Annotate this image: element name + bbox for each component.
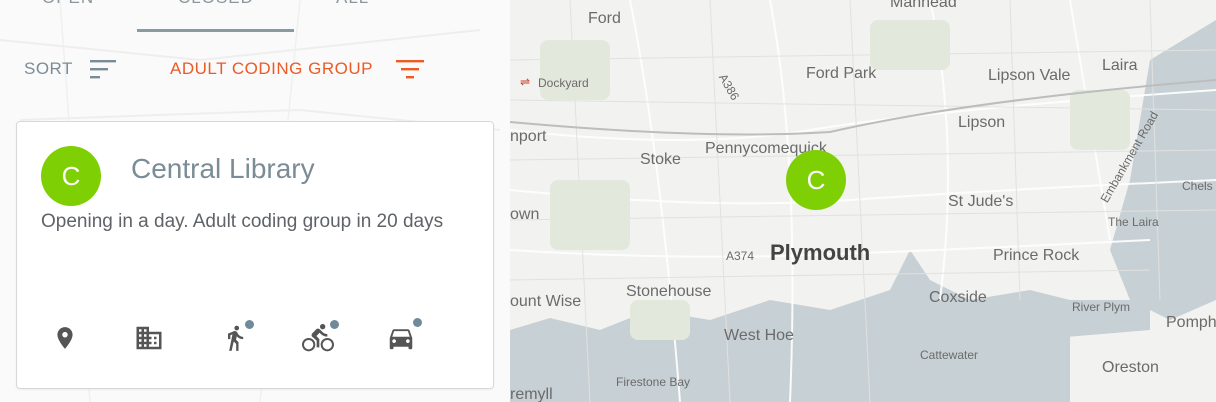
- map-label-coxside: Coxside: [929, 289, 987, 306]
- map-label-cattewater: Cattewater: [920, 348, 979, 362]
- map-label-nport: nport: [510, 128, 547, 145]
- location-pin-icon[interactable]: [45, 318, 85, 358]
- map-label-mount-wise: ount Wise: [510, 293, 582, 310]
- map-label-laira: Laira: [1102, 57, 1138, 74]
- results-panel: Open Closed All SORT ADULT CODING GROUP …: [0, 0, 510, 402]
- map-view[interactable]: Ford Manhead Dockyard ⇌ A386 Ford Park L…: [510, 0, 1216, 402]
- building-icon[interactable]: [129, 318, 169, 358]
- map-label-cremyll: remyll: [510, 386, 553, 402]
- avatar: C: [41, 146, 101, 206]
- tab-open[interactable]: Open: [42, 0, 94, 8]
- map-label-chels: Chels: [1182, 179, 1213, 193]
- map-label-stonehouse: Stonehouse: [626, 283, 712, 300]
- card-description: Opening in a day. Adult coding group in …: [41, 211, 444, 232]
- walking-icon[interactable]: [215, 318, 255, 358]
- map-marker-central-library[interactable]: C: [786, 150, 846, 210]
- tab-closed[interactable]: Closed: [178, 0, 254, 8]
- map-label-lipson-vale: Lipson Vale: [988, 67, 1071, 84]
- map-label-own: own: [510, 206, 540, 223]
- map-label-dockyard: Dockyard: [538, 76, 589, 90]
- bicycle-icon[interactable]: [298, 318, 339, 358]
- rail-station-icon: ⇌: [520, 75, 531, 89]
- map-label-oreston: Oreston: [1102, 359, 1159, 376]
- map-label-prince-rock: Prince Rock: [993, 247, 1080, 264]
- active-tab-indicator: [137, 29, 294, 32]
- map-label-river-plym: River Plym: [1072, 300, 1131, 314]
- map-label-ford: Ford: [588, 10, 621, 27]
- filter-button[interactable]: ADULT CODING GROUP: [170, 59, 373, 79]
- map-label-firestone-bay: Firestone Bay: [616, 375, 691, 389]
- sort-icon[interactable]: [90, 58, 118, 80]
- bicycle-indicator-dot: [330, 320, 339, 329]
- map-label-lipson: Lipson: [958, 114, 1006, 131]
- map-label-ford-park: Ford Park: [806, 65, 877, 82]
- car-icon[interactable]: [381, 318, 422, 358]
- car-indicator-dot: [413, 318, 422, 327]
- map-label-manhead: Manhead: [890, 0, 957, 11]
- action-icons: [17, 318, 493, 362]
- map-label-west-hoe: West Hoe: [724, 327, 794, 344]
- map-label-a374: A374: [726, 249, 755, 263]
- map-label-pomphle: Pomphle: [1166, 314, 1216, 331]
- filter-icon[interactable]: [396, 58, 424, 80]
- sort-button[interactable]: SORT: [24, 59, 73, 79]
- tab-bar: Open Closed All: [0, 0, 510, 34]
- tab-all[interactable]: All: [336, 0, 369, 8]
- map-label-stoke: Stoke: [640, 151, 681, 168]
- toolbar: SORT ADULT CODING GROUP: [0, 48, 510, 88]
- card-title[interactable]: Central Library: [131, 153, 315, 185]
- map-label-plymouth: Plymouth: [770, 240, 871, 265]
- library-card[interactable]: C Central Library Opening in a day. Adul…: [16, 121, 494, 389]
- map-label-st-judes: St Jude's: [948, 193, 1014, 210]
- map-label-the-laira: The Laira: [1108, 215, 1159, 229]
- walking-indicator-dot: [245, 320, 254, 329]
